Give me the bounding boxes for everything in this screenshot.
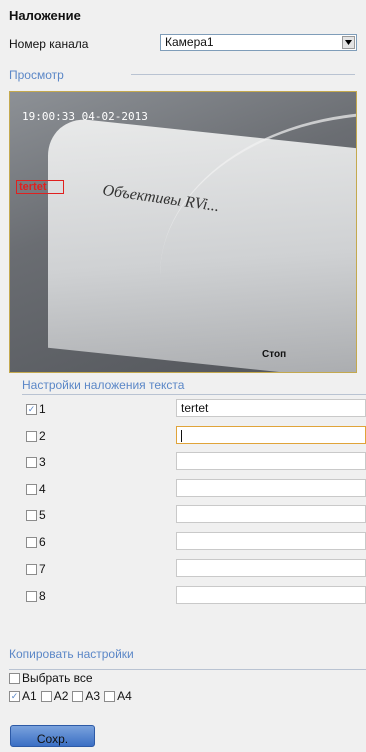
overlay-row-number: 3 [39, 455, 46, 469]
overlay-text-input-1[interactable]: tertet [176, 399, 366, 417]
overlay-row-number: 4 [39, 482, 46, 496]
overlay-row-number: 2 [39, 429, 46, 443]
page-title: Наложение [9, 8, 81, 23]
preview-divider [131, 74, 355, 75]
select-all-checkbox[interactable] [9, 672, 20, 684]
overlay-checkbox-1[interactable]: ✓ [26, 403, 37, 415]
copy-channel-checkbox-a4[interactable] [104, 690, 116, 702]
text-caret [181, 429, 182, 442]
overlay-checkbox-7[interactable] [26, 563, 37, 575]
channel-select-value: Камера1 [165, 35, 214, 49]
copy-section-label: Копировать настройки [9, 647, 134, 661]
overlay-text-input-8[interactable] [176, 586, 366, 604]
chevron-down-icon[interactable] [342, 36, 355, 49]
copy-channel-label: A3 [85, 689, 101, 703]
camera-preview[interactable]: 19:00:33 04-02-2013 tertet Объективы RVi… [9, 91, 357, 373]
preview-section-label: Просмотр [9, 68, 64, 82]
overlay-text-input-7[interactable] [176, 559, 366, 577]
copy-divider [9, 669, 366, 670]
copy-channel-checkbox-a1[interactable]: ✓ [9, 690, 20, 702]
copy-channel-label: A4 [117, 689, 132, 703]
overlay-checkbox-2[interactable] [26, 430, 37, 442]
overlay-text-input-4[interactable] [176, 479, 366, 497]
overlay-row-number: 7 [39, 562, 46, 576]
copy-channel-label: A2 [53, 689, 69, 703]
channel-select[interactable]: Камера1 [160, 34, 357, 51]
copy-channel-checkbox-a2[interactable] [40, 690, 52, 702]
overlay-row-2: 2 [26, 429, 46, 443]
overlay-row-3: 3 [26, 455, 46, 469]
overlay-row-number: 8 [39, 589, 46, 603]
overlay-checkbox-5[interactable] [26, 509, 37, 521]
overlay-row-6: 6 [26, 535, 46, 549]
preview-timestamp: 19:00:33 04-02-2013 [22, 110, 148, 123]
overlay-row-4: 4 [26, 482, 46, 496]
overlay-row-1: ✓ 1 [26, 402, 46, 416]
overlay-text-input-2[interactable] [176, 426, 366, 444]
overlay-text-input-5[interactable] [176, 505, 366, 523]
overlay-row-number: 1 [39, 402, 46, 416]
overlay-row-5: 5 [26, 508, 46, 522]
copy-channels-row: ✓ A1 A2 A3 A4 [9, 689, 134, 703]
text-overlay-section-label: Настройки наложения текста [22, 378, 185, 392]
preview-stop-label: Стоп [262, 349, 287, 360]
overlay-row-number: 5 [39, 508, 46, 522]
overlay-row-7: 7 [26, 562, 46, 576]
overlay-row-8: 8 [26, 589, 46, 603]
copy-channel-checkbox-a3[interactable] [72, 690, 84, 702]
overlay-checkbox-3[interactable] [26, 456, 37, 468]
overlay-text-value: tertet [181, 401, 209, 415]
overlay-text-input-3[interactable] [176, 452, 366, 470]
overlay-text-input-6[interactable] [176, 532, 366, 550]
overlay-checkbox-6[interactable] [26, 536, 37, 548]
text-overlay-divider [22, 394, 366, 395]
overlay-checkbox-8[interactable] [26, 590, 37, 602]
select-all-label: Выбрать все [22, 671, 93, 685]
overlay-row-number: 6 [39, 535, 46, 549]
channel-label: Номер канала [9, 37, 89, 51]
preview-overlay-text: tertet [16, 180, 64, 194]
overlay-checkbox-4[interactable] [26, 483, 37, 495]
save-button[interactable]: Сохр. [10, 725, 95, 747]
select-all-row[interactable]: Выбрать все [9, 671, 93, 685]
copy-channel-label: A1 [22, 689, 37, 703]
